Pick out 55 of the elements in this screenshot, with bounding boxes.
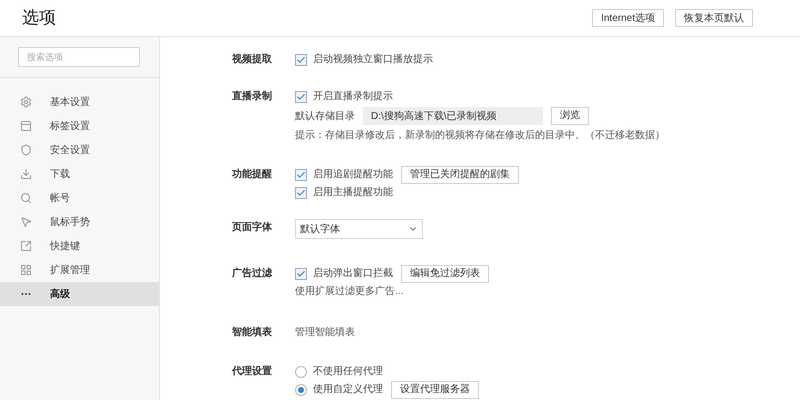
radio-label: 使用自定义代理 xyxy=(313,382,383,397)
check-icon xyxy=(296,92,306,102)
section-label: 广告过滤 xyxy=(232,266,272,281)
search-field[interactable]: 搜索选项 xyxy=(18,47,140,67)
radio-label: 不使用任何代理 xyxy=(313,365,383,379)
sidebar-item[interactable]: 鼠标手势 xyxy=(0,210,159,234)
action-button[interactable]: 浏览 xyxy=(551,107,589,125)
window-title: 选项 xyxy=(22,7,56,30)
tab-icon xyxy=(20,120,32,132)
path-field[interactable]: D:\搜狗高速下载\已录制视频 xyxy=(363,107,543,125)
header-button[interactable]: Internet选项 xyxy=(592,9,664,27)
radio-button[interactable] xyxy=(295,384,307,396)
action-button[interactable]: 设置代理服务器 xyxy=(391,380,479,398)
radio-button[interactable] xyxy=(295,366,307,378)
sidebar-item[interactable]: 高级 xyxy=(0,282,159,306)
font-select[interactable]: 默认字体 xyxy=(295,219,423,239)
grid-icon xyxy=(20,264,32,276)
arrow-square-icon xyxy=(20,240,32,252)
checkbox[interactable] xyxy=(295,54,307,66)
checkbox-label: 启用追剧提醒功能 xyxy=(313,168,393,182)
section-label: 直播录制 xyxy=(232,90,272,104)
sidebar-item[interactable]: 基本设置 xyxy=(0,90,159,114)
checkbox-label: 开启直播录制提示 xyxy=(313,90,393,104)
section-label: 视频提取 xyxy=(232,52,272,67)
note-text: 提示：存储目录修改后，新录制的视频将存储在修改后的目录中。（不迁移老数据） xyxy=(295,128,665,143)
checkbox[interactable] xyxy=(295,186,307,198)
field-label: 默认存储目录 xyxy=(295,110,355,124)
checkbox-label: 启动视频独立窗口播放提示 xyxy=(313,52,433,67)
action-button[interactable]: 管理已关闭提醒的剧集 xyxy=(401,166,519,184)
check-icon xyxy=(296,268,306,278)
checkbox[interactable] xyxy=(295,168,307,180)
sidebar-item[interactable]: 标签设置 xyxy=(0,114,159,138)
section-label: 代理设置 xyxy=(232,364,272,379)
checkbox[interactable] xyxy=(295,268,307,280)
checkbox-label: 启用主播提醒功能 xyxy=(313,186,393,200)
checkbox[interactable] xyxy=(295,90,307,102)
note-text: 管理智能填表 xyxy=(295,326,355,340)
sidebar-item[interactable]: 安全设置 xyxy=(0,138,159,162)
sidebar-item[interactable]: 快捷键 xyxy=(0,234,159,258)
sidebar-item[interactable]: 下载 xyxy=(0,162,159,186)
cursor-icon xyxy=(20,216,32,228)
sidebar-item[interactable]: 帐号 xyxy=(0,186,159,210)
sidebar-item[interactable]: 扩展管理 xyxy=(0,258,159,282)
download-icon xyxy=(20,168,32,180)
section-label: 页面字体 xyxy=(232,220,272,235)
checkbox-label: 启动弹出窗口拦截 xyxy=(313,266,393,281)
section-label: 智能填表 xyxy=(232,326,272,340)
header-button[interactable]: 恢复本页默认 xyxy=(675,9,753,27)
section-label: 功能提醒 xyxy=(232,168,272,182)
action-button[interactable]: 编辑免过滤列表 xyxy=(401,264,489,282)
search-icon xyxy=(20,192,32,204)
check-icon xyxy=(296,54,306,64)
note-text: 使用扩展过滤更多广告... xyxy=(295,284,404,299)
shield-icon xyxy=(20,144,32,156)
settings-icon xyxy=(20,96,32,108)
